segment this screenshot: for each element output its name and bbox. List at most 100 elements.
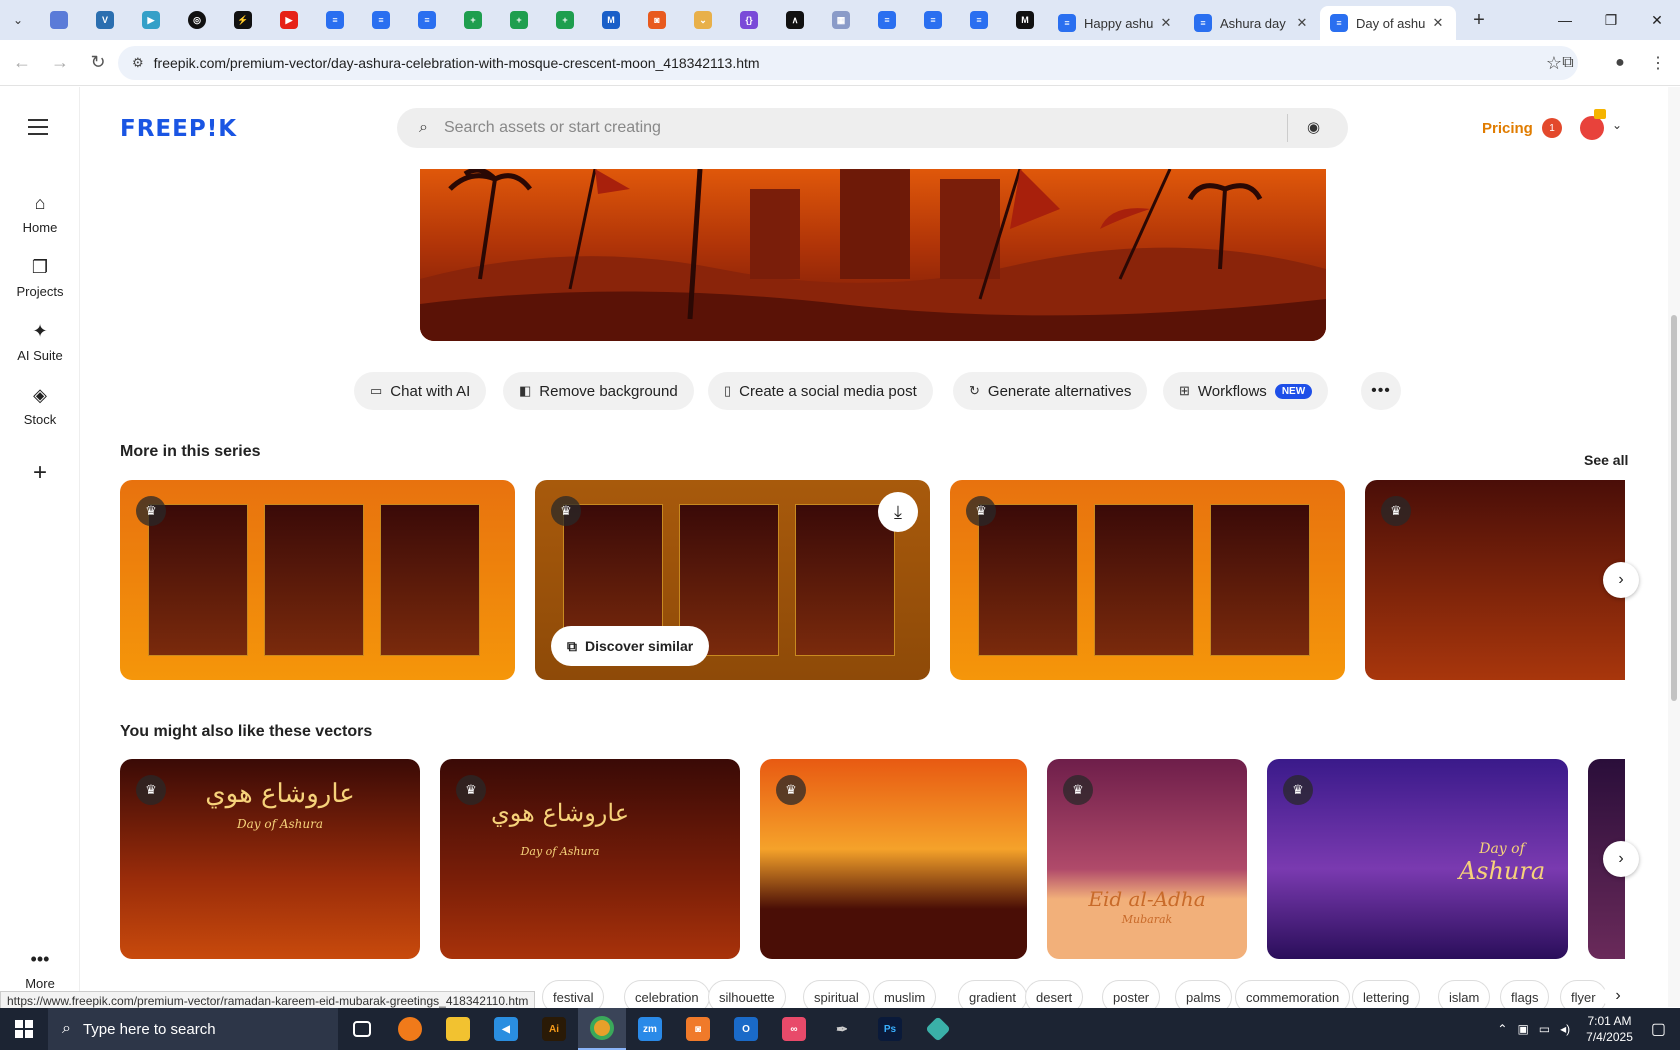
creative-cloud-icon[interactable]: ∞ [770, 1008, 818, 1050]
extensions-icon[interactable]: ⧉ [1552, 47, 1584, 79]
pinned-tab[interactable]: ◎ [174, 0, 220, 40]
chevron-down-icon[interactable]: ⌄ [1612, 118, 1622, 132]
back-icon[interactable]: ← [6, 47, 38, 79]
pinned-tab[interactable]: ▶ [266, 0, 312, 40]
pinned-tab[interactable]: ≡ [358, 0, 404, 40]
forward-icon[interactable]: → [44, 47, 76, 79]
pinned-tab[interactable]: V [82, 0, 128, 40]
minimize-icon[interactable]: — [1542, 0, 1588, 40]
pinned-tab[interactable]: ≡ [864, 0, 910, 40]
create-social-post-button[interactable]: ▯ Create a social media post [708, 372, 933, 410]
pinned-tab[interactable]: M [1002, 0, 1048, 40]
camera-icon[interactable]: ◉ [1307, 118, 1320, 136]
tab-search-icon[interactable]: ⌄ [0, 0, 36, 40]
pinned-tab[interactable]: + [542, 0, 588, 40]
avatar[interactable] [1580, 116, 1604, 140]
pinned-tab[interactable]: ∧ [772, 0, 818, 40]
vector-card[interactable]: عاروشاع هوي Day of Ashura ♛ [440, 759, 740, 959]
start-button[interactable] [0, 1008, 48, 1050]
clock[interactable]: 7:01 AM 7/4/2025 [1586, 1013, 1633, 1045]
pinned-tab[interactable]: ≡ [312, 0, 358, 40]
series-card[interactable]: ♛ [1365, 480, 1625, 680]
task-view-icon[interactable] [338, 1008, 386, 1050]
photoshop-icon[interactable]: Ps [866, 1008, 914, 1050]
reload-icon[interactable]: ↻ [82, 47, 114, 79]
sidebar-item-more[interactable]: ••• More [0, 949, 80, 991]
main-preview-image[interactable] [420, 169, 1326, 341]
freepik-logo[interactable]: FREEP!K [120, 116, 237, 142]
search-input[interactable]: Search assets or start creating [444, 119, 661, 137]
pinned-tab[interactable]: ≡ [956, 0, 1002, 40]
sidebar-item-home[interactable]: ⌂ Home [0, 193, 80, 235]
sidebar-item-stock[interactable]: ◈ Stock [0, 385, 80, 427]
pricing-link[interactable]: Pricing [1482, 120, 1533, 137]
vector-card[interactable]: Day of Ashura ♛ [1267, 759, 1568, 959]
notification-badge[interactable]: 1 [1542, 118, 1562, 138]
series-card[interactable]: ♛ [120, 480, 515, 680]
vscode-icon[interactable]: ◀ [482, 1008, 530, 1050]
pinned-tab[interactable]: ⚡ [220, 0, 266, 40]
chat-with-ai-button[interactable]: ▭ Chat with AI [354, 372, 487, 410]
next-arrow-button[interactable]: › [1603, 562, 1639, 598]
pinned-tab[interactable]: ◙ [634, 0, 680, 40]
more-options-button[interactable]: ••• [1361, 372, 1401, 410]
next-arrow-button[interactable]: › [1603, 841, 1639, 877]
tags-next-arrow[interactable]: › [1603, 981, 1633, 1011]
tab-day-of-ashura[interactable]: ≡ Day of ashu ✕ [1320, 6, 1456, 40]
close-icon[interactable]: ✕ [1158, 15, 1174, 31]
discover-similar-button[interactable]: ⧉ Discover similar [551, 626, 710, 666]
search-bar[interactable]: ⌕ Search assets or start creating ◉ [397, 108, 1348, 148]
pinned-tab[interactable]: ⌄ [680, 0, 726, 40]
file-explorer-icon[interactable] [434, 1008, 482, 1050]
volume-icon[interactable]: ◂) [1560, 1022, 1570, 1036]
pinned-tab[interactable]: ▶ [128, 0, 174, 40]
tab-ashura-day[interactable]: ≡ Ashura day ✕ [1184, 6, 1320, 40]
workflows-button[interactable]: ⊞ Workflows NEW [1163, 372, 1329, 410]
remove-background-button[interactable]: ◧ Remove background [503, 372, 694, 410]
add-button[interactable]: + [0, 459, 80, 487]
xampp-icon[interactable]: ◙ [674, 1008, 722, 1050]
close-window-icon[interactable]: ✕ [1634, 0, 1680, 40]
page-scrollbar[interactable] [1668, 87, 1680, 1007]
new-tab-button[interactable]: + [1462, 3, 1496, 37]
firefox-icon[interactable] [386, 1008, 434, 1050]
illustrator-icon[interactable]: Ai [530, 1008, 578, 1050]
close-icon[interactable]: ✕ [1430, 15, 1446, 31]
pinned-tab[interactable]: ≡ [910, 0, 956, 40]
close-icon[interactable]: ✕ [1294, 15, 1310, 31]
generate-alternatives-button[interactable]: ↻ Generate alternatives [953, 372, 1148, 410]
address-bar[interactable]: ⚙ freepik.com/premium-vector/day-ashura-… [118, 46, 1578, 80]
see-all-link[interactable]: See all [1584, 452, 1628, 468]
vector-card[interactable]: ♛ [760, 759, 1027, 959]
pinned-tab[interactable]: + [496, 0, 542, 40]
restore-icon[interactable]: ❐ [1588, 0, 1634, 40]
app-icon[interactable] [914, 1008, 962, 1050]
pinned-tab[interactable]: {} [726, 0, 772, 40]
menu-icon[interactable] [28, 119, 48, 140]
series-card-hovered[interactable]: ♛ ⤓ ⧉ Discover similar [535, 480, 930, 680]
outlook-icon[interactable]: O [722, 1008, 770, 1050]
pinned-tab[interactable]: ▦ [818, 0, 864, 40]
browser-menu-icon[interactable]: ⋮ [1642, 47, 1674, 79]
pinned-tab[interactable] [36, 0, 82, 40]
pinned-tab[interactable]: + [450, 0, 496, 40]
tab-happy-ashura[interactable]: ≡ Happy ashu ✕ [1048, 6, 1184, 40]
pen-tool-icon[interactable]: ✒ [818, 1008, 866, 1050]
sidebar-item-ai-suite[interactable]: ✦ AI Suite [0, 321, 80, 363]
zoom-icon[interactable]: zm [626, 1008, 674, 1050]
series-card[interactable]: ♛ [950, 480, 1345, 680]
taskbar-search[interactable]: ⌕ Type here to search [48, 1008, 338, 1050]
download-icon[interactable]: ⤓ [878, 492, 918, 532]
chrome-icon[interactable] [578, 1008, 626, 1050]
vector-card[interactable]: Eid al-Adha Mubarak ♛ [1047, 759, 1247, 959]
vector-card[interactable]: عاروشاع هوي Day of Ashura ♛ [120, 759, 420, 959]
pinned-tab[interactable]: ≡ [404, 0, 450, 40]
profile-icon[interactable]: ● [1604, 47, 1636, 79]
network-icon[interactable]: ▭ [1539, 1022, 1550, 1036]
tray-chevron-icon[interactable]: ⌃ [1497, 1022, 1507, 1036]
notification-center-icon[interactable]: ▢ [1651, 1019, 1666, 1039]
tray-app-icon[interactable]: ▣ [1517, 1022, 1528, 1036]
pinned-tab[interactable]: M [588, 0, 634, 40]
scrollbar-thumb[interactable] [1671, 315, 1677, 701]
site-settings-icon[interactable]: ⚙ [132, 55, 144, 71]
